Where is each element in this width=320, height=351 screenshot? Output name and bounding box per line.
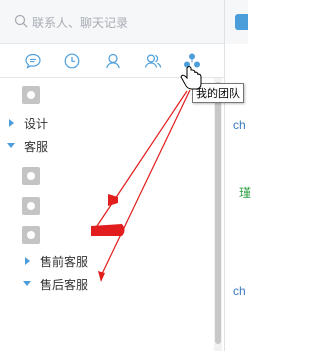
badge [235,14,248,30]
avatar [22,167,40,185]
avatar [22,197,40,215]
expand-arrow-icon[interactable] [9,119,14,127]
collapse-arrow-icon[interactable] [23,281,31,286]
chat-panel-header [225,0,248,44]
group-row-service[interactable]: 客服 [0,135,214,157]
list-item[interactable] [0,224,214,246]
avatar [22,226,40,244]
group-label: 售后客服 [40,278,89,292]
list-item[interactable] [0,165,214,187]
tooltip: 我的团队 [192,83,244,103]
collapse-arrow-icon[interactable] [7,143,15,148]
tab-bar [0,44,224,78]
list-item[interactable] [0,84,214,106]
chat-bubble-icon[interactable] [24,52,42,70]
subgroup-row-aftersales[interactable]: 售后客服 [0,273,214,295]
search-input[interactable]: 联系人、聊天记录 [32,14,128,31]
group-icon[interactable] [144,52,162,70]
scrollbar-thumb[interactable] [215,82,221,344]
message-snippet: 瑾 [239,186,252,200]
search-bar[interactable]: 联系人、聊天记录 [0,0,224,44]
subgroup-row-presales[interactable]: 售前客服 [0,250,214,272]
contact-tree: 设计 客服 售前客服 售后客服 [0,78,214,351]
left-panel: 联系人、聊天记录 设计 客服 售前客服 售后客服 [0,0,224,351]
team-icon[interactable] [183,52,201,70]
group-label: 售前客服 [40,255,89,269]
person-icon[interactable] [104,52,122,70]
list-item[interactable] [0,195,214,217]
chat-panel: ch 瑾 ch [224,0,251,351]
message-snippet: ch [233,284,246,298]
message-snippet: ch [233,118,246,132]
group-row-design[interactable]: 设计 [0,112,214,134]
avatar [22,86,40,104]
group-label: 设计 [24,117,49,131]
clock-icon[interactable] [63,52,81,70]
search-icon [14,14,28,28]
expand-arrow-icon[interactable] [25,257,30,265]
group-label: 客服 [24,140,49,154]
